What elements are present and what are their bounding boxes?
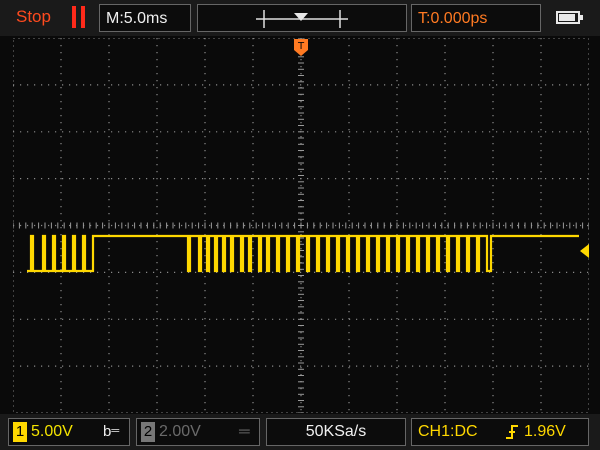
trigger-level-marker-icon <box>580 244 589 258</box>
svg-text:T: T <box>297 41 305 52</box>
sample-rate-display[interactable]: 50KSa/s <box>266 418 406 446</box>
channel1-settings[interactable]: 1 5.00V b═ <box>8 418 130 446</box>
trigger-level: 1.96V <box>524 423 566 440</box>
trigger-marker-icon: T <box>294 39 308 56</box>
channel2-settings[interactable]: 2 2.00V ═ <box>136 418 260 446</box>
channel2-volts-div: 2.00V <box>159 423 201 440</box>
timebase-label: M:5.0ms <box>106 10 168 27</box>
channel1-number: 1 <box>13 422 27 442</box>
run-stop-status[interactable]: Stop <box>16 7 51 27</box>
trigger-position-icon <box>256 10 348 28</box>
trigger-position-display[interactable] <box>197 4 407 32</box>
channel2-number: 2 <box>141 422 155 442</box>
timebase-display[interactable]: M:5.0ms <box>99 4 191 32</box>
graticule-grid <box>13 38 589 413</box>
rising-edge-icon <box>506 425 518 439</box>
trigger-source: CH1:DC <box>418 423 478 440</box>
waveform-display[interactable]: T <box>13 38 589 413</box>
battery-icon <box>556 11 583 24</box>
pause-icon[interactable] <box>72 6 88 28</box>
channel1-volts-div: 5.00V <box>31 423 73 440</box>
channel1-coupling-icon: b═ <box>103 423 120 440</box>
channel2-coupling-icon: ═ <box>239 423 250 440</box>
trigger-time-display[interactable]: T:0.000ps <box>411 4 541 32</box>
sample-rate-label: 50KSa/s <box>305 423 367 440</box>
trigger-settings[interactable]: CH1:DC 1.96V <box>411 418 589 446</box>
ch1-waveform-trace <box>27 234 579 273</box>
trigger-time-label: T:0.000ps <box>418 10 488 27</box>
